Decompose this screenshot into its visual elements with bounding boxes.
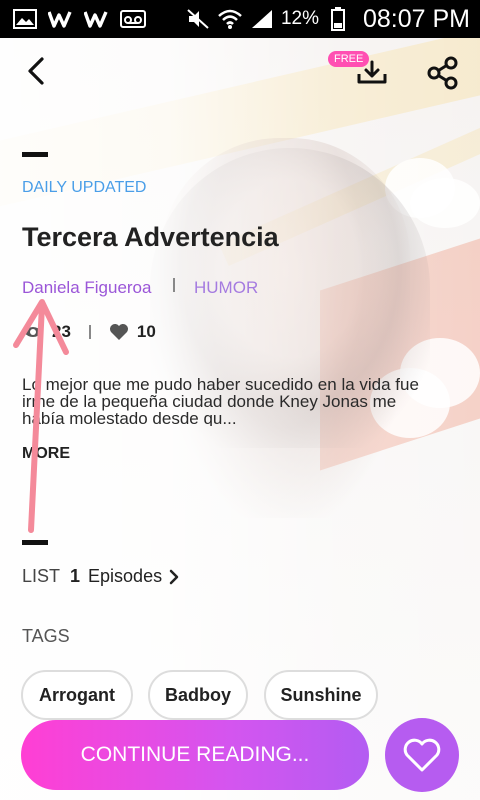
share-button[interactable]: [426, 56, 460, 90]
signal-icon: [249, 9, 275, 29]
tags-label: TAGS: [22, 626, 70, 646]
separator: [88, 325, 91, 339]
stats-row: 23 10: [22, 322, 156, 342]
episode-list-link[interactable]: LIST 1 Episodes: [22, 566, 180, 587]
wifi-icon: [217, 9, 243, 29]
author-link[interactable]: Daniela Figueroa: [22, 278, 151, 298]
list-label: LIST: [22, 566, 61, 586]
tag-chip[interactable]: Arrogant: [21, 670, 133, 720]
continue-reading-label: CONTINUE READING...: [80, 743, 310, 766]
free-badge: FREE: [328, 51, 370, 67]
separator: [173, 278, 175, 292]
image-icon: [12, 9, 38, 29]
heart-icon: [403, 738, 441, 772]
book-description: Lo mejor que me pudo haber sucedido en l…: [22, 376, 419, 426]
w-app-icon: [48, 9, 74, 29]
w-app-icon: [84, 9, 110, 29]
voicemail-icon: [120, 9, 146, 29]
continue-reading-button[interactable]: CONTINUE READING...: [21, 720, 369, 790]
more-button[interactable]: MORE: [22, 445, 70, 463]
chevron-right-icon: [169, 569, 179, 584]
section-divider: [22, 152, 48, 157]
genre-link[interactable]: HUMOR: [194, 278, 258, 298]
back-button[interactable]: [22, 56, 52, 86]
battery-icon: [325, 7, 351, 31]
tag-chip[interactable]: Sunshine: [264, 670, 378, 720]
mute-icon: [185, 9, 211, 29]
clock: 08:07 PM: [362, 4, 470, 33]
update-frequency-label: DAILY UPDATED: [22, 179, 147, 196]
views-icon: [23, 327, 43, 337]
battery-percent: 12%: [280, 8, 319, 29]
share-icon: [427, 56, 458, 90]
favorite-button[interactable]: [385, 718, 459, 792]
back-icon: [28, 57, 44, 85]
tag-chip[interactable]: Badboy: [148, 670, 248, 720]
episodes-label: Episodes: [88, 566, 163, 586]
status-bar: 12% 08:07 PM: [0, 0, 480, 38]
book-title: Tercera Advertencia: [22, 222, 279, 252]
likes-icon: [109, 324, 128, 340]
views-count: 23: [52, 322, 71, 341]
section-divider: [22, 540, 48, 545]
likes-count: 10: [136, 322, 156, 341]
episode-count: 1: [70, 566, 81, 586]
